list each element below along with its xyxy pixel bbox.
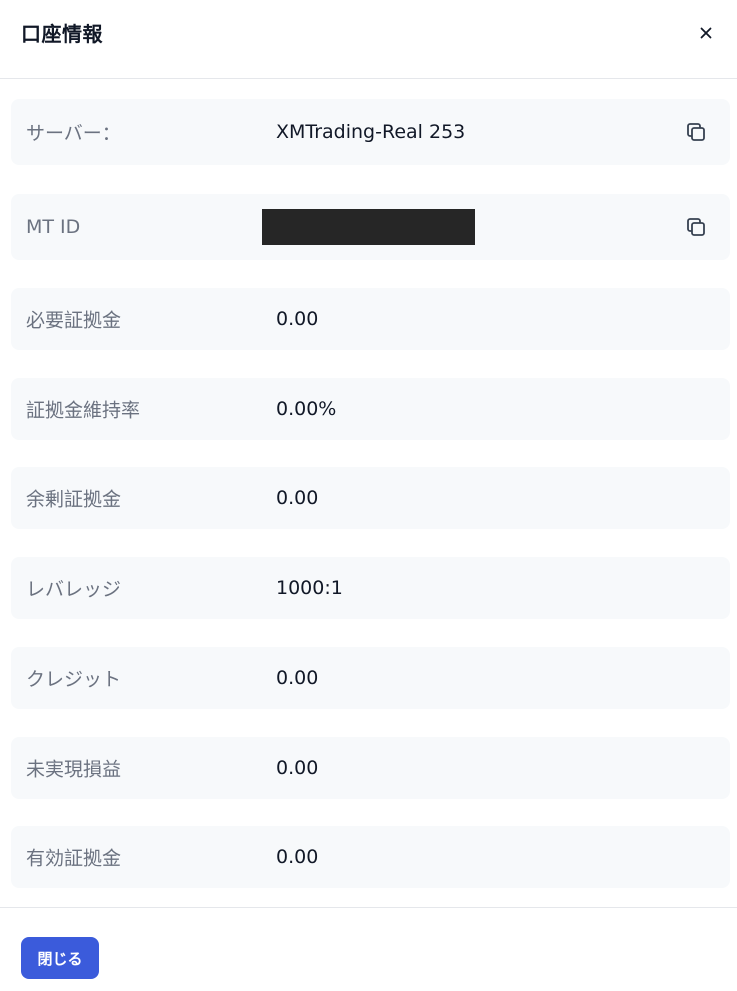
leverage-value: 1000:1 [276, 577, 343, 599]
row-unrealized-pnl: 未実現損益 0.00 [11, 737, 730, 799]
unrealized-pnl-label: 未実現損益 [26, 758, 122, 781]
row-required-margin: 必要証拠金 0.00 [11, 288, 730, 350]
leverage-label: レバレッジ [26, 578, 122, 601]
dialog-title: 口座情報 [21, 22, 103, 46]
effective-margin-value: 0.00 [276, 846, 319, 868]
unrealized-pnl-value: 0.00 [276, 757, 319, 779]
mt-id-label: MT ID [26, 216, 81, 238]
mt-id-redacted-value [262, 209, 475, 245]
free-margin-label: 余剰証拠金 [26, 488, 122, 511]
close-icon [700, 27, 712, 39]
row-effective-margin: 有効証拠金 0.00 [11, 826, 730, 888]
required-margin-value: 0.00 [276, 308, 319, 330]
server-value: XMTrading-Real 253 [276, 121, 466, 143]
copy-mt-id-button[interactable] [684, 215, 708, 239]
margin-level-value: 0.00% [276, 398, 337, 420]
close-action-button[interactable]: 閉じる [21, 937, 99, 979]
credit-value: 0.00 [276, 667, 319, 689]
free-margin-value: 0.00 [276, 487, 319, 509]
row-server: サーバー： XMTrading-Real 253 [11, 99, 730, 165]
row-margin-level: 証拠金維持率 0.00% [11, 378, 730, 440]
credit-label: クレジット [26, 668, 122, 691]
row-mt-id: MT ID [11, 194, 730, 260]
row-leverage: レバレッジ 1000:1 [11, 557, 730, 619]
row-credit: クレジット 0.00 [11, 647, 730, 709]
account-info-dialog: 口座情報 サーバー： XMTrading-Real 253 MT ID 必要証拠… [0, 0, 737, 991]
dialog-footer: 閉じる [0, 907, 737, 991]
server-label: サーバー： [26, 122, 121, 145]
copy-icon [687, 123, 705, 141]
copy-icon [687, 218, 705, 236]
row-free-margin: 余剰証拠金 0.00 [11, 467, 730, 529]
copy-server-button[interactable] [684, 120, 708, 144]
margin-level-label: 証拠金維持率 [26, 399, 141, 422]
effective-margin-label: 有効証拠金 [26, 847, 122, 870]
close-button[interactable] [693, 20, 719, 46]
dialog-header: 口座情報 [0, 0, 737, 79]
required-margin-label: 必要証拠金 [26, 309, 122, 332]
